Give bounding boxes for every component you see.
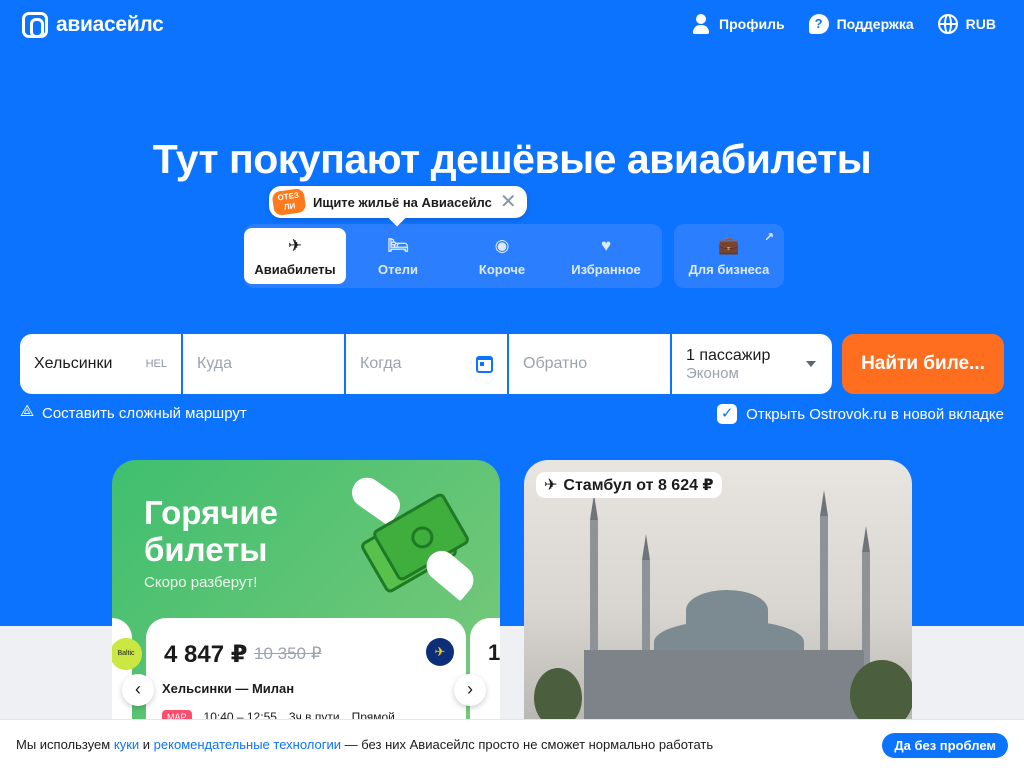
- currency-selector[interactable]: RUB: [937, 14, 996, 34]
- hot-tickets-subtitle: Скоро разберут!: [144, 574, 258, 591]
- carousel-next-button[interactable]: ›: [454, 674, 486, 706]
- cookie-accept-button[interactable]: Да без проблем: [882, 733, 1008, 758]
- hot-tickets-title: Горячие билеты: [144, 494, 278, 568]
- ticket-card-prev[interactable]: [112, 618, 132, 730]
- passengers-field[interactable]: 1 пассажир Эконом: [672, 334, 832, 394]
- tab-label: Авиабилеты: [254, 261, 336, 277]
- complex-route-label: Составить сложный маршрут: [42, 405, 247, 422]
- istanbul-price-label: Стамбул от 8 624 ₽: [563, 477, 714, 494]
- calendar-icon[interactable]: [476, 355, 493, 373]
- cookie-text-and: и: [142, 736, 151, 752]
- service-tabs: ✈ Авиабилеты 🛏 Отели ◉ Короче ♥ Избранно…: [244, 224, 662, 288]
- route-icon: [20, 403, 36, 422]
- tab-label: Избранное: [571, 261, 641, 277]
- airline-logo-baltic: Baltic: [112, 638, 142, 670]
- chevron-down-icon: [806, 361, 816, 367]
- ticket-old-price: 10 350 ₽: [254, 644, 322, 663]
- bed-icon: 🛏: [387, 235, 409, 255]
- plane-icon: ✈: [287, 235, 303, 255]
- profile-label: Профиль: [719, 16, 785, 32]
- tab-label: Для бизнеса: [688, 261, 770, 277]
- flying-money-icon: [346, 471, 480, 602]
- passengers-count: 1 пассажир: [686, 346, 771, 364]
- support-link[interactable]: ? Поддержка: [808, 14, 914, 34]
- support-label: Поддержка: [836, 16, 914, 32]
- tab-hotels[interactable]: 🛏 Отели: [346, 228, 450, 284]
- hot-tickets-card[interactable]: Горячие билеты Скоро разберут! Baltic 4 …: [112, 460, 500, 730]
- ostrovok-option[interactable]: ✓ Открыть Ostrovok.ru в новой вкладке: [717, 404, 1004, 424]
- origin-code: HEL: [145, 358, 167, 370]
- ticket-card[interactable]: 4 847 ₽ 10 350 ₽ ✈ Хельсинки — Милан МАР…: [146, 618, 466, 730]
- plane-icon: ✈: [544, 477, 558, 494]
- tab-label: Отели: [378, 261, 418, 277]
- destination-placeholder: Куда: [197, 355, 233, 372]
- banknote-emblem: [407, 522, 438, 553]
- briefcase-icon: 💼: [718, 235, 740, 255]
- cookie-banner: Мы используем куки и рекомендательные те…: [0, 719, 1024, 768]
- help-icon: ?: [808, 14, 829, 34]
- tab-flights[interactable]: ✈ Авиабилеты: [244, 228, 346, 284]
- airline-logo-icon: ✈: [426, 638, 454, 666]
- tab-favorites[interactable]: ♥ Избранное: [554, 228, 658, 284]
- destination-field[interactable]: Куда: [183, 334, 344, 394]
- ostrovok-checkbox[interactable]: ✓: [717, 404, 738, 424]
- ticket-route: Хельсинки — Милан: [162, 681, 295, 696]
- departure-date-field[interactable]: Когда: [346, 334, 507, 394]
- mosque-shape: [584, 650, 864, 730]
- logo-icon: [22, 12, 48, 38]
- close-icon[interactable]: ✕: [500, 192, 517, 212]
- istanbul-price-badge: ✈ Стамбул от 8 624 ₽: [536, 472, 722, 498]
- search-button[interactable]: Найти биле...: [842, 334, 1004, 394]
- origin-value: Хельсинки: [34, 355, 113, 372]
- location-pin-icon: ◉: [494, 235, 510, 255]
- return-placeholder: Обратно: [523, 355, 588, 372]
- currency-label: RUB: [965, 16, 996, 32]
- housing-promo-tooltip[interactable]: ОТЕЗ ЛИ Ищите жильё на Авиасейлс ✕: [269, 186, 527, 218]
- heart-icon: ♥: [600, 235, 612, 255]
- globe-icon: [937, 14, 958, 34]
- ticket-price: 4 847 ₽: [164, 641, 248, 668]
- ostrovok-label: Открыть Ostrovok.ru в новой вкладке: [746, 405, 1004, 423]
- hot-tickets-title-line1: Горячие: [144, 494, 278, 531]
- hot-tickets-title-line2: билеты: [144, 531, 268, 568]
- promo-text: Ищите жильё на Авиасейлс: [313, 194, 492, 210]
- user-icon: [691, 14, 711, 34]
- tab-shorter[interactable]: ◉ Короче: [450, 228, 554, 284]
- istanbul-offer-card[interactable]: ✈ Стамбул от 8 624 ₽: [524, 460, 912, 730]
- external-link-icon: ↗: [763, 230, 774, 244]
- tab-business[interactable]: ↗ 💼 Для бизнеса: [674, 224, 784, 288]
- cookies-link[interactable]: куки: [114, 737, 139, 752]
- next-ticket-price-peek: 1: [488, 640, 500, 665]
- tab-label: Короче: [478, 261, 526, 277]
- cookie-text-end: — без них Авиасейлс просто не сможет нор…: [344, 736, 714, 752]
- header-nav: Профиль ? Поддержка RUB: [691, 14, 996, 34]
- logo-text: авиасейлс: [56, 13, 164, 36]
- cabin-class: Эконом: [686, 364, 739, 382]
- return-date-field[interactable]: Обратно: [509, 334, 670, 394]
- recommendation-tech-link[interactable]: рекомендательные технологии: [154, 737, 341, 752]
- search-form: Хельсинки HEL Куда Когда Обратно 1 пасса…: [20, 334, 832, 394]
- carousel-prev-button[interactable]: ‹: [122, 674, 154, 706]
- profile-link[interactable]: Профиль: [691, 14, 785, 34]
- departure-placeholder: Когда: [360, 355, 402, 372]
- origin-field[interactable]: Хельсинки HEL: [20, 334, 181, 394]
- cookie-text-start: Мы используем: [16, 736, 111, 752]
- cookie-text: Мы используем куки и рекомендательные те…: [16, 737, 713, 752]
- logo[interactable]: авиасейлс: [22, 12, 164, 38]
- page-title: Тут покупают дешёвые авиабилеты: [152, 136, 872, 182]
- complex-route-link[interactable]: Составить сложный маршрут: [20, 403, 247, 423]
- ostrovok-logo-icon: ОТЕЗ ЛИ: [271, 187, 307, 217]
